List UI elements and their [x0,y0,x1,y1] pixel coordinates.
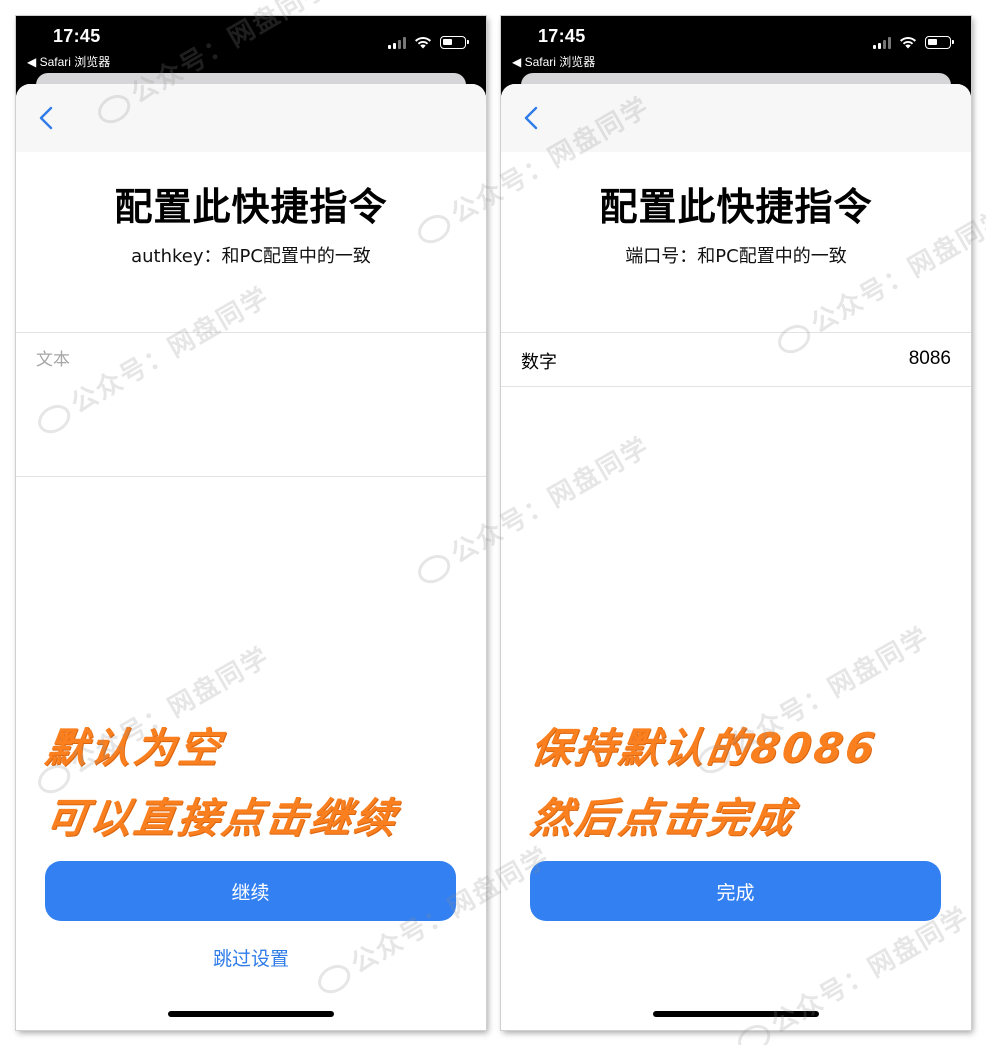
page-title: 配置此快捷指令 [599,185,873,229]
page-subtitle: 端口号：和PC配置中的一致 [625,246,847,267]
chevron-left-icon[interactable] [521,106,543,130]
page-subtitle: authkey：和PC配置中的一致 [131,246,371,267]
status-icons [388,36,469,49]
phone-screen-left: 17:45 ◀ Safari 浏览器 配置此快捷指令 authkey：和PC配置… [16,16,486,1030]
divider [16,476,486,477]
number-field-value[interactable]: 8086 [909,348,951,370]
status-bar: 17:45 ◀ Safari 浏览器 [16,16,486,76]
phone-screen-right: 17:45 ◀ Safari 浏览器 配置此快捷指令 端口号：和PC配置中的一致… [501,16,971,1030]
annotation-line-1: 默认为空 [42,724,226,772]
number-field-label: 数字 [521,352,557,373]
authkey-text-input[interactable]: 文本 [16,333,486,476]
page-title: 配置此快捷指令 [114,185,388,229]
status-time: 17:45 [53,26,101,46]
home-indicator[interactable] [168,1011,334,1017]
text-input-placeholder: 文本 [36,350,70,370]
back-to-safari-link[interactable]: ◀ Safari 浏览器 [512,53,595,70]
continue-button[interactable]: 继续 [45,861,456,921]
status-bar: 17:45 ◀ Safari 浏览器 [501,16,971,76]
annotation-line-2: 然后点击完成 [527,794,799,842]
sheet-nav-bar [501,84,971,152]
skip-setup-link[interactable]: 跳过设置 [16,944,486,971]
status-time: 17:45 [538,26,586,46]
battery-icon [925,36,954,49]
signal-icon [873,36,891,49]
chevron-left-icon[interactable] [36,106,58,130]
shortcut-setup-sheet: 配置此快捷指令 端口号：和PC配置中的一致 数字 8086 保持默认的8086 … [501,84,971,1030]
divider [501,386,971,387]
annotation-line-2: 可以直接点击继续 [42,794,402,842]
done-button[interactable]: 完成 [530,861,941,921]
wifi-icon [415,36,431,49]
battery-icon [440,36,469,49]
signal-icon [388,36,406,49]
annotation-line-1: 保持默认的8086 [527,724,881,772]
sheet-nav-bar [16,84,486,152]
port-number-field[interactable]: 数字 8086 [501,333,971,386]
back-to-safari-link[interactable]: ◀ Safari 浏览器 [27,53,110,70]
home-indicator[interactable] [653,1011,819,1017]
shortcut-setup-sheet: 配置此快捷指令 authkey：和PC配置中的一致 文本 默认为空 可以直接点击… [16,84,486,1030]
wifi-icon [900,36,916,49]
status-icons [873,36,954,49]
